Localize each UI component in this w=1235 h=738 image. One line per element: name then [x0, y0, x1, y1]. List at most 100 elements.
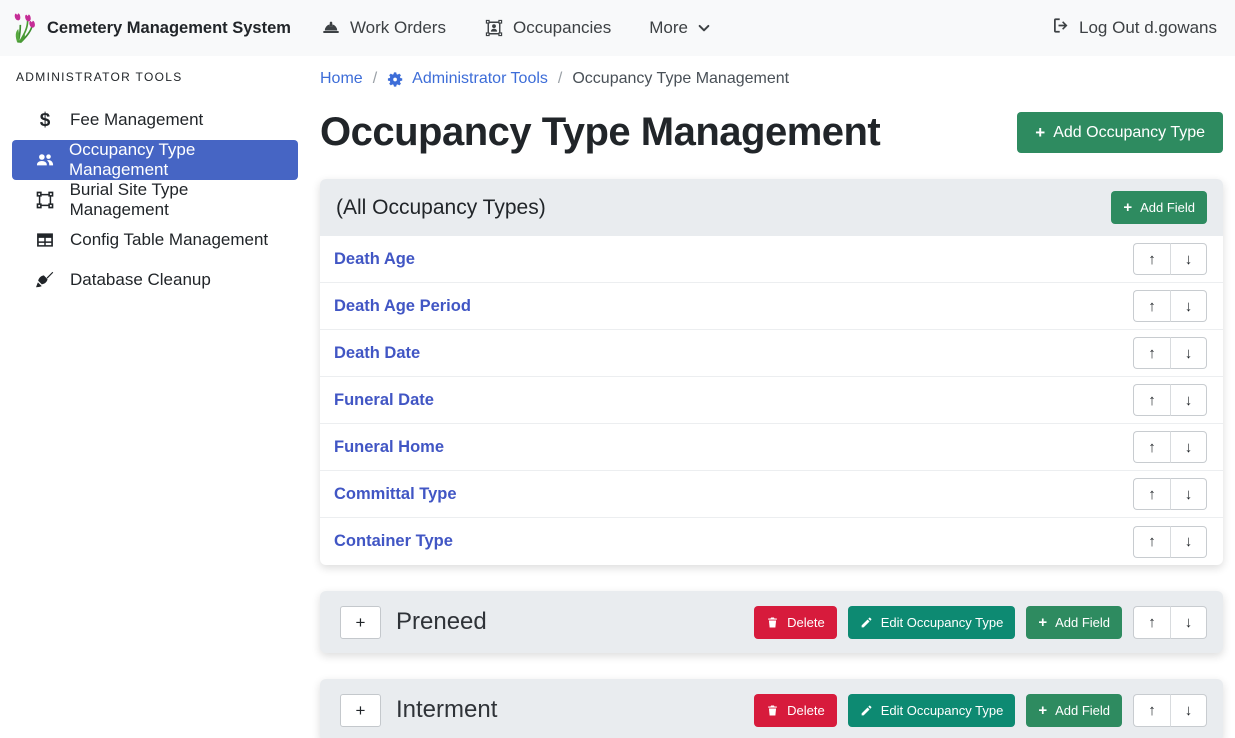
- pencil-icon: [860, 704, 873, 717]
- sidebar: ADMINISTRATOR TOOLS $ Fee Management Occ…: [0, 56, 310, 738]
- field-link[interactable]: Death Age Period: [334, 297, 471, 316]
- vector-square-icon: [34, 190, 56, 210]
- sidebar-item-fee-management[interactable]: $ Fee Management: [12, 100, 298, 140]
- field-link[interactable]: Death Age: [334, 250, 415, 269]
- breadcrumb-separator: /: [373, 70, 377, 88]
- arrow-up-icon: ↑: [1148, 439, 1156, 456]
- arrow-down-icon: ↓: [1185, 533, 1193, 550]
- pencil-icon: [860, 616, 873, 629]
- arrow-down-icon: ↓: [1185, 614, 1193, 631]
- plus-icon: +: [1038, 703, 1047, 718]
- card-title: (All Occupancy Types): [336, 196, 546, 220]
- logout-button[interactable]: Log Out d.gowans: [1051, 16, 1217, 40]
- sidebar-item-database-cleanup[interactable]: Database Cleanup: [12, 260, 298, 300]
- field-link[interactable]: Death Date: [334, 344, 420, 363]
- arrow-up-icon: ↑: [1148, 345, 1156, 362]
- arrow-down-icon: ↓: [1185, 702, 1193, 719]
- plus-icon: +: [1123, 200, 1132, 215]
- reorder-buttons: ↑ ↓: [1133, 478, 1207, 510]
- top-navbar: Cemetery Management System Work Orders: [0, 0, 1235, 56]
- sidebar-item-config-table-management[interactable]: Config Table Management: [12, 220, 298, 260]
- field-row: Funeral Home ↑ ↓: [320, 424, 1223, 471]
- move-up-button[interactable]: ↑: [1133, 606, 1170, 639]
- move-up-button[interactable]: ↑: [1133, 431, 1170, 463]
- expand-button[interactable]: +: [340, 606, 381, 639]
- delete-label: Delete: [787, 615, 825, 630]
- move-up-button[interactable]: ↑: [1133, 337, 1170, 369]
- expand-button[interactable]: +: [340, 694, 381, 727]
- plus-icon: +: [1035, 124, 1045, 141]
- field-row: Committal Type ↑ ↓: [320, 471, 1223, 518]
- field-link[interactable]: Funeral Date: [334, 391, 434, 410]
- sidebar-item-occupancy-type-management[interactable]: Occupancy Type Management: [12, 140, 298, 180]
- move-down-button[interactable]: ↓: [1170, 337, 1207, 369]
- arrow-up-icon: ↑: [1148, 702, 1156, 719]
- main-content: Home / Administrator Tools / Occupancy T…: [310, 56, 1235, 738]
- occupancy-frame-icon: [484, 18, 504, 38]
- field-link[interactable]: Container Type: [334, 532, 453, 551]
- chevron-down-icon: [697, 21, 711, 35]
- move-down-button[interactable]: ↓: [1170, 606, 1207, 639]
- field-row: Container Type ↑ ↓: [320, 518, 1223, 565]
- plus-icon: +: [1038, 615, 1047, 630]
- card-header: (All Occupancy Types) + Add Field: [320, 179, 1223, 236]
- app-title: Cemetery Management System: [47, 19, 291, 38]
- move-down-button[interactable]: ↓: [1170, 431, 1207, 463]
- field-link[interactable]: Funeral Home: [334, 438, 444, 457]
- page-title: Occupancy Type Management: [320, 110, 880, 155]
- breadcrumb-home-link[interactable]: Home: [320, 70, 363, 88]
- move-down-button[interactable]: ↓: [1170, 290, 1207, 322]
- add-occupancy-type-button[interactable]: + Add Occupancy Type: [1017, 112, 1223, 153]
- broom-icon: [34, 270, 56, 290]
- field-row: Death Age ↑ ↓: [320, 236, 1223, 283]
- breadcrumb-admin-tools-label: Administrator Tools: [412, 70, 548, 88]
- sidebar-item-label: Burial Site Type Management: [70, 180, 288, 220]
- sidebar-item-label: Config Table Management: [70, 230, 268, 250]
- nav-occupancies-label: Occupancies: [513, 18, 611, 38]
- edit-occupancy-type-button[interactable]: Edit Occupancy Type: [848, 606, 1016, 639]
- reorder-buttons: ↑ ↓: [1133, 526, 1207, 558]
- move-down-button[interactable]: ↓: [1170, 526, 1207, 558]
- sidebar-item-label: Fee Management: [70, 110, 203, 130]
- delete-label: Delete: [787, 703, 825, 718]
- nav-occupancies[interactable]: Occupancies: [484, 18, 611, 38]
- arrow-up-icon: ↑: [1148, 251, 1156, 268]
- delete-button[interactable]: Delete: [754, 694, 837, 727]
- move-up-button[interactable]: ↑: [1133, 694, 1170, 727]
- move-down-button[interactable]: ↓: [1170, 384, 1207, 416]
- sidebar-heading: ADMINISTRATOR TOOLS: [12, 70, 298, 84]
- field-row: Funeral Date ↑ ↓: [320, 377, 1223, 424]
- move-up-button[interactable]: ↑: [1133, 384, 1170, 416]
- app-brand[interactable]: Cemetery Management System: [12, 12, 291, 44]
- add-field-button[interactable]: + Add Field: [1026, 694, 1122, 727]
- arrow-down-icon: ↓: [1185, 251, 1193, 268]
- table-icon: [34, 230, 56, 250]
- sidebar-item-burial-site-type-management[interactable]: Burial Site Type Management: [12, 180, 298, 220]
- main-nav: Work Orders Occupancies More: [321, 18, 711, 38]
- nav-more[interactable]: More: [649, 18, 711, 38]
- move-up-button[interactable]: ↑: [1133, 243, 1170, 275]
- add-field-button[interactable]: + Add Field: [1111, 191, 1207, 224]
- field-link[interactable]: Committal Type: [334, 485, 457, 504]
- breadcrumb-admin-tools-link[interactable]: Administrator Tools: [387, 70, 548, 88]
- edit-occupancy-type-button[interactable]: Edit Occupancy Type: [848, 694, 1016, 727]
- add-field-label: Add Field: [1140, 200, 1195, 215]
- type-section-preneed: + Preneed Delete Edit Occupancy Type +: [320, 591, 1223, 653]
- dollar-icon: $: [34, 111, 56, 130]
- arrow-up-icon: ↑: [1148, 614, 1156, 631]
- section-title: Interment: [396, 696, 497, 724]
- move-down-button[interactable]: ↓: [1170, 694, 1207, 727]
- move-up-button[interactable]: ↑: [1133, 526, 1170, 558]
- delete-button[interactable]: Delete: [754, 606, 837, 639]
- arrow-up-icon: ↑: [1148, 533, 1156, 550]
- move-up-button[interactable]: ↑: [1133, 290, 1170, 322]
- add-occupancy-type-label: Add Occupancy Type: [1053, 124, 1205, 142]
- move-up-button[interactable]: ↑: [1133, 478, 1170, 510]
- arrow-down-icon: ↓: [1185, 392, 1193, 409]
- move-down-button[interactable]: ↓: [1170, 478, 1207, 510]
- reorder-buttons: ↑ ↓: [1133, 431, 1207, 463]
- add-field-button[interactable]: + Add Field: [1026, 606, 1122, 639]
- move-down-button[interactable]: ↓: [1170, 243, 1207, 275]
- nav-work-orders[interactable]: Work Orders: [321, 18, 446, 38]
- edit-occupancy-type-label: Edit Occupancy Type: [881, 703, 1004, 718]
